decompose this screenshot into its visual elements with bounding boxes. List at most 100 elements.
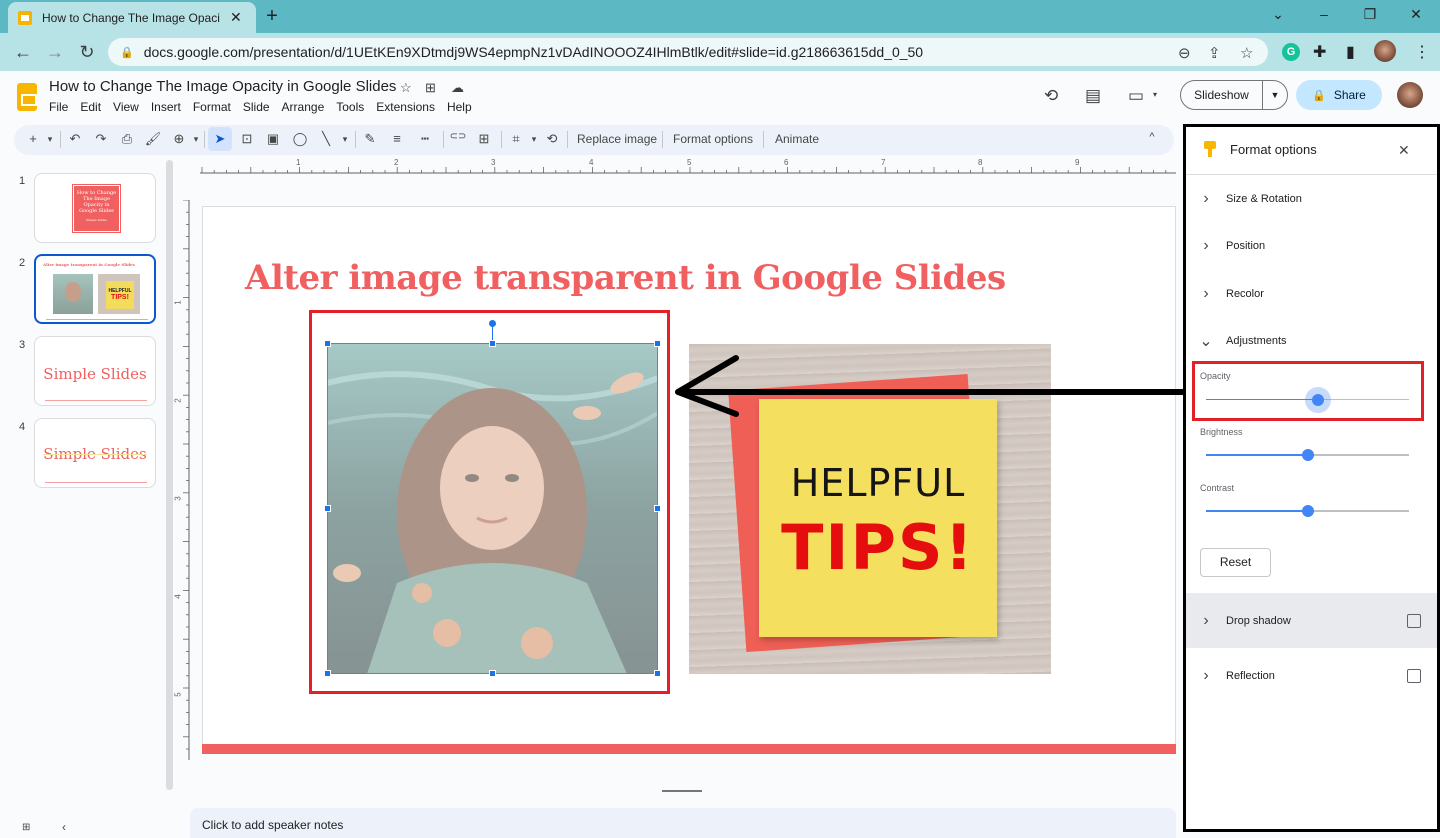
slide-thumbnail-1[interactable]: How to Change The Image Opacity in Googl… xyxy=(34,173,156,243)
tab-close-icon[interactable]: ✕ xyxy=(230,9,242,26)
menu-view[interactable]: View xyxy=(113,100,139,114)
menu-format[interactable]: Format xyxy=(193,100,231,114)
address-bar[interactable]: 🔒 docs.google.com/presentation/d/1UEtKEn… xyxy=(108,38,1268,66)
resize-handle-top-left[interactable] xyxy=(324,340,331,347)
format-options-button[interactable]: Format options xyxy=(673,132,753,146)
forward-button[interactable]: → xyxy=(44,42,66,63)
notes-resize-handle[interactable] xyxy=(662,790,702,792)
opacity-slider-knob[interactable] xyxy=(1311,394,1324,406)
star-icon[interactable]: ☆ xyxy=(400,80,412,96)
menu-tools[interactable]: Tools xyxy=(336,100,364,114)
insert-link-icon[interactable]: ⊂⊃ xyxy=(449,131,467,142)
document-title[interactable]: How to Change The Image Opacity in Googl… xyxy=(49,78,396,95)
section-position[interactable]: › Position xyxy=(1186,223,1437,269)
close-window-button[interactable]: ✕ xyxy=(1404,6,1428,23)
section-drop-shadow[interactable]: › Drop shadow xyxy=(1186,593,1437,648)
close-panel-icon[interactable]: ✕ xyxy=(1398,142,1410,159)
zoom-icon[interactable]: ⊕ xyxy=(170,131,188,147)
reload-button[interactable]: ↻ xyxy=(76,42,98,63)
section-recolor[interactable]: › Recolor xyxy=(1186,271,1437,317)
menu-slide[interactable]: Slide xyxy=(243,100,270,114)
slide-title[interactable]: Alter image transparent in Google Slides xyxy=(245,258,1006,298)
version-history-icon[interactable]: ⟲ xyxy=(1044,86,1058,106)
url-text[interactable]: docs.google.com/presentation/d/1UEtKEn9X… xyxy=(144,44,923,60)
contrast-slider-knob[interactable] xyxy=(1301,505,1314,517)
border-weight-icon[interactable]: ≡ xyxy=(388,131,406,146)
resize-handle-bottom-left[interactable] xyxy=(324,670,331,677)
border-color-icon[interactable]: ✎ xyxy=(361,131,379,147)
opacity-slider[interactable] xyxy=(1206,387,1409,413)
meet-dropdown-icon[interactable]: ▾ xyxy=(1153,90,1157,99)
share-page-icon[interactable]: ⇪ xyxy=(1208,44,1221,62)
menu-extensions[interactable]: Extensions xyxy=(376,100,435,114)
border-dash-icon[interactable]: ┅ xyxy=(416,131,434,147)
resize-handle-right[interactable] xyxy=(654,505,661,512)
redo-icon[interactable]: ↷ xyxy=(92,131,110,147)
filmstrip-scrollbar[interactable] xyxy=(166,160,173,790)
browser-tab[interactable]: How to Change The Image Opaci ✕ xyxy=(8,2,256,33)
meet-video-icon[interactable]: ▭ xyxy=(1128,86,1144,106)
menu-file[interactable]: File xyxy=(49,100,68,114)
menu-help[interactable]: Help xyxy=(447,100,472,114)
insert-image-icon[interactable]: ▣ xyxy=(264,131,282,147)
restore-button[interactable]: ❐ xyxy=(1358,6,1382,23)
crop-dropdown-icon[interactable]: ▾ xyxy=(525,134,543,145)
reflection-checkbox[interactable] xyxy=(1407,668,1421,683)
section-size-rotation[interactable]: › Size & Rotation xyxy=(1186,176,1437,222)
zoom-dropdown-icon[interactable]: ▾ xyxy=(187,134,205,145)
shape-icon[interactable]: ◯ xyxy=(291,131,309,147)
new-slide-dropdown-icon[interactable]: ▾ xyxy=(41,134,59,145)
line-icon[interactable]: ╲ xyxy=(317,131,335,147)
line-dropdown-icon[interactable]: ▾ xyxy=(336,134,354,145)
rotation-handle[interactable] xyxy=(489,320,496,327)
browser-profile-avatar[interactable] xyxy=(1374,40,1396,62)
zoom-icon[interactable]: ⊖ xyxy=(1178,44,1191,62)
menu-insert[interactable]: Insert xyxy=(151,100,181,114)
brightness-slider-knob[interactable] xyxy=(1301,449,1314,461)
back-button[interactable]: ← xyxy=(12,42,34,63)
contrast-slider[interactable] xyxy=(1206,505,1409,517)
resize-handle-left[interactable] xyxy=(324,505,331,512)
share-button[interactable]: 🔒 Share xyxy=(1296,80,1382,110)
minimize-button[interactable]: – xyxy=(1312,6,1336,22)
move-to-folder-icon[interactable]: ⊞ xyxy=(425,80,436,96)
grid-view-icon[interactable]: ⊞ xyxy=(22,822,30,833)
drop-shadow-checkbox[interactable] xyxy=(1407,613,1421,628)
browser-menu-icon[interactable]: ⋮ xyxy=(1414,42,1430,62)
resize-handle-bottom-right[interactable] xyxy=(654,670,661,677)
reset-image-icon[interactable]: ⟲ xyxy=(543,131,561,147)
crop-icon[interactable]: ⌗ xyxy=(507,131,525,147)
select-cursor-icon[interactable]: ➤ xyxy=(211,131,229,147)
cloud-status-icon[interactable]: ☁ xyxy=(451,80,464,96)
section-adjustments[interactable]: ⌄ Adjustments xyxy=(1186,318,1437,364)
extensions-puzzle-icon[interactable]: ✚ xyxy=(1313,42,1326,62)
resize-handle-bottom[interactable] xyxy=(489,670,496,677)
reset-button[interactable]: Reset xyxy=(1200,548,1271,577)
speaker-notes[interactable]: Click to add speaker notes xyxy=(190,808,1176,838)
side-panel-icon[interactable]: ▮ xyxy=(1346,42,1355,62)
slideshow-button[interactable]: Slideshow xyxy=(1181,81,1263,109)
slide-thumbnail-3[interactable]: Simple Slides xyxy=(34,336,156,406)
slide-thumbnail-4[interactable]: Simple Slides xyxy=(34,418,156,488)
animate-button[interactable]: Animate xyxy=(775,132,819,146)
add-comment-icon[interactable]: ⊞ xyxy=(475,131,493,147)
bookmark-star-icon[interactable]: ☆ xyxy=(1240,44,1253,62)
section-reflection[interactable]: › Reflection xyxy=(1186,648,1437,703)
grammarly-extension-icon[interactable]: G xyxy=(1282,43,1300,61)
new-slide-icon[interactable]: + xyxy=(24,131,42,146)
brightness-slider[interactable] xyxy=(1206,449,1409,461)
new-tab-button[interactable]: + xyxy=(262,6,282,26)
resize-handle-top[interactable] xyxy=(489,340,496,347)
account-avatar[interactable] xyxy=(1397,82,1423,108)
menu-edit[interactable]: Edit xyxy=(80,100,101,114)
replace-image-button[interactable]: Replace image xyxy=(577,132,657,146)
text-box-icon[interactable]: ⊡ xyxy=(238,131,256,147)
paint-format-icon[interactable]: 🖌 xyxy=(144,131,162,147)
slide-thumbnail-2[interactable]: Alter image transparent in Google Slides… xyxy=(34,254,156,324)
print-icon[interactable]: ⎙ xyxy=(118,131,136,147)
slideshow-dropdown-icon[interactable]: ▼ xyxy=(1263,90,1287,100)
lock-icon[interactable]: 🔒 xyxy=(120,46,134,59)
collapse-toolbar-icon[interactable]: ^ xyxy=(1143,131,1161,143)
comments-icon[interactable]: ▤ xyxy=(1085,86,1101,106)
tab-search-icon[interactable]: ⌄ xyxy=(1266,6,1290,23)
